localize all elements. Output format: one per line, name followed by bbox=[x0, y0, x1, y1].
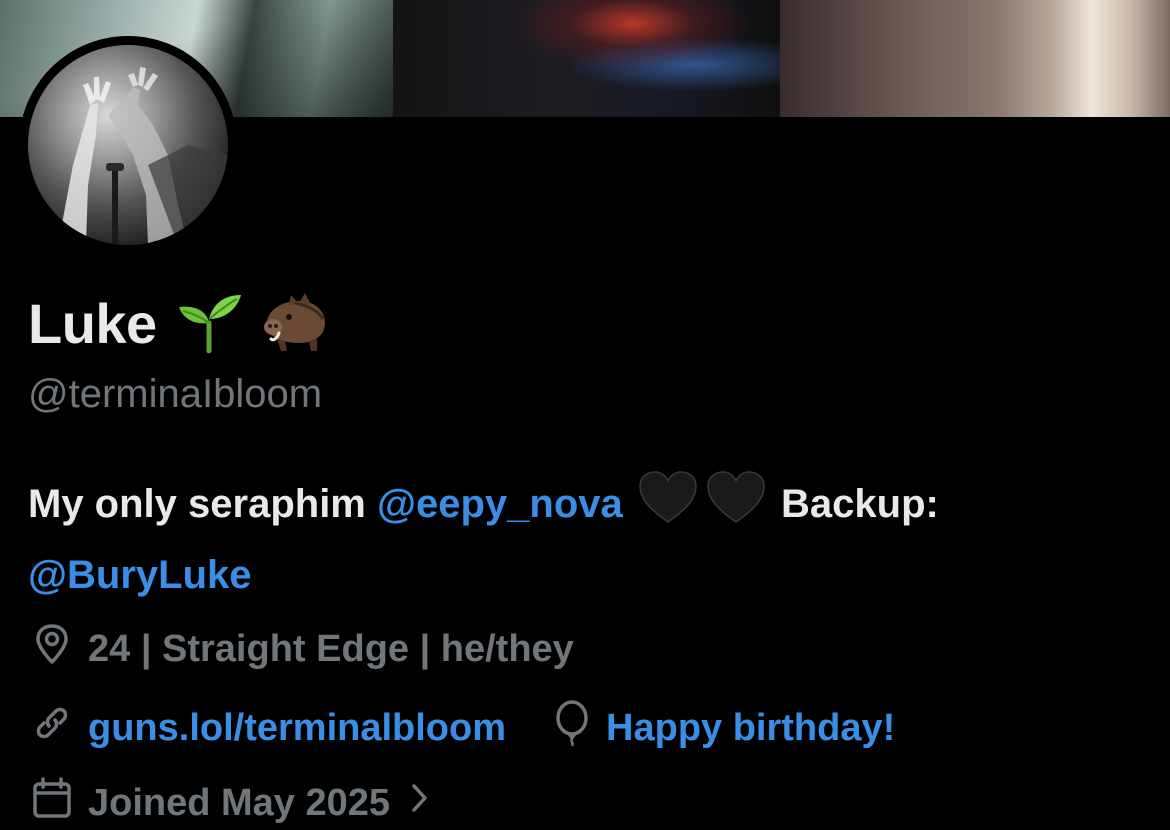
display-name: Luke bbox=[28, 291, 157, 355]
chevron-right-icon bbox=[410, 780, 430, 826]
profile-joined[interactable]: Joined May 2025 bbox=[30, 776, 430, 830]
black-heart-icon bbox=[706, 470, 766, 543]
profile-handle: @terminaIbloom bbox=[28, 372, 323, 416]
balloon-icon bbox=[552, 700, 592, 756]
profile-bio: My only seraphim @eepy_nova Backup: @Bur… bbox=[28, 470, 1138, 607]
boar-emoji-icon bbox=[259, 289, 329, 358]
location-text: 24 | Straight Edge | he/they bbox=[88, 627, 574, 670]
birthday-link[interactable]: Happy birthday! bbox=[606, 707, 895, 750]
banner-image-middle bbox=[393, 0, 780, 117]
joined-text: Joined May 2025 bbox=[88, 781, 391, 824]
location-pin-icon bbox=[30, 622, 74, 676]
calendar-icon bbox=[30, 776, 74, 830]
seedling-emoji-icon bbox=[173, 289, 243, 358]
profile-name-row: Luke bbox=[28, 290, 329, 356]
avatar-image bbox=[28, 45, 228, 245]
profile-location: 24 | Straight Edge | he/they bbox=[30, 622, 574, 676]
profile-links-row: guns.lol/terminalbloom Happy birthday! bbox=[30, 700, 895, 756]
bio-mention-link[interactable]: @eepy_nova bbox=[377, 482, 623, 526]
link-icon bbox=[30, 701, 74, 755]
website-link[interactable]: guns.lol/terminalbloom bbox=[88, 707, 506, 750]
bio-text: My only seraphim bbox=[28, 482, 366, 527]
bio-mention-link[interactable]: @BuryLuke bbox=[28, 553, 252, 597]
black-heart-icon bbox=[638, 470, 698, 543]
bio-text: Backup: bbox=[781, 482, 939, 527]
avatar[interactable] bbox=[19, 36, 237, 254]
banner-image-right bbox=[780, 0, 1170, 117]
